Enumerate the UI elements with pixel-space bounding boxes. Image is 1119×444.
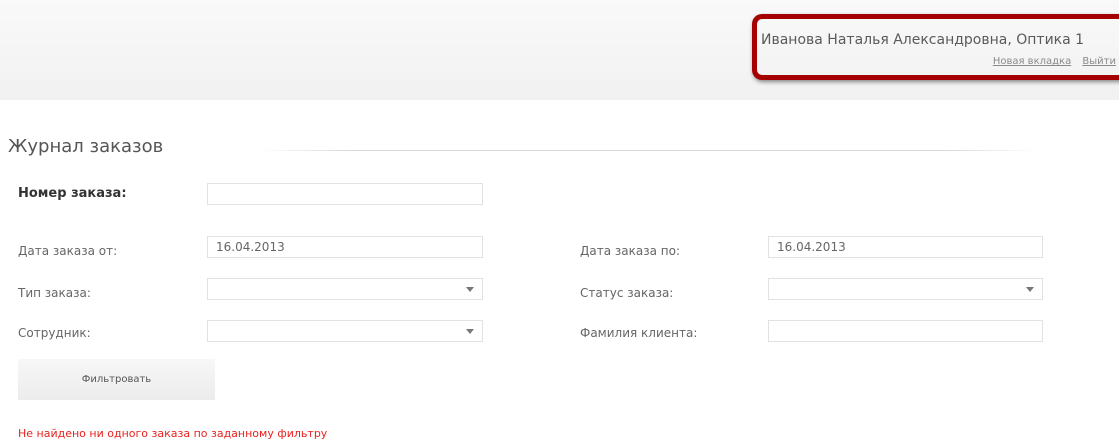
user-name: Иванова Наталья Александровна, Оптика 1: [761, 32, 1085, 48]
date-from-label: Дата заказа от:: [18, 244, 118, 258]
client-surname-input[interactable]: [768, 320, 1043, 342]
order-status-select[interactable]: [768, 278, 1043, 300]
date-from-input[interactable]: 16.04.2013: [207, 236, 483, 258]
page-title: Журнал заказов: [8, 136, 164, 157]
order-type-select[interactable]: [207, 278, 483, 300]
filter-button[interactable]: Фильтровать: [18, 359, 215, 400]
employee-label: Сотрудник:: [18, 326, 91, 340]
date-to-label: Дата заказа по:: [580, 244, 681, 258]
order-number-input[interactable]: [207, 183, 483, 205]
no-results-message: Не найдено ни одного заказа по заданному…: [18, 427, 328, 440]
new-tab-link[interactable]: Новая вкладка: [993, 56, 1071, 67]
user-links: Новая вкладка Выйти: [985, 56, 1116, 67]
chevron-down-icon[interactable]: [466, 329, 474, 334]
chevron-down-icon[interactable]: [466, 287, 474, 292]
user-info-panel: Иванова Наталья Александровна, Оптика 1 …: [752, 14, 1119, 80]
order-status-label: Статус заказа:: [580, 286, 674, 300]
order-number-label: Номер заказа:: [18, 186, 127, 201]
order-type-label: Тип заказа:: [18, 286, 91, 300]
client-surname-label: Фамилия клиента:: [580, 326, 698, 340]
date-to-input[interactable]: 16.04.2013: [768, 236, 1043, 258]
title-divider: [258, 150, 1038, 151]
logout-link[interactable]: Выйти: [1082, 56, 1116, 67]
employee-select[interactable]: [207, 320, 483, 342]
chevron-down-icon[interactable]: [1026, 287, 1034, 292]
